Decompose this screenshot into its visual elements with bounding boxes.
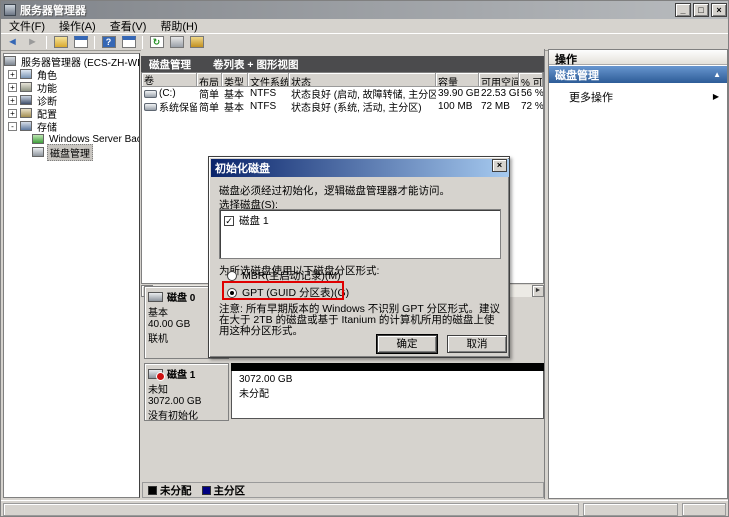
column-header[interactable]: 容量 — [436, 73, 479, 87]
status-bar — [1, 500, 728, 517]
restore-button[interactable]: □ — [693, 3, 709, 17]
dialog-intro-text: 磁盘必须经过初始化，逻辑磁盘管理器才能访问。 — [219, 183, 450, 198]
disk-listbox[interactable]: ✓ 磁盘 1 — [219, 209, 501, 259]
gpt-highlight-box — [222, 281, 344, 300]
table-row[interactable]: 系统保留 简单 基本 NTFS 状态良好 (系统, 活动, 主分区) 100 M… — [142, 100, 543, 113]
window-title: 服务器管理器 — [20, 2, 86, 18]
folder-icon[interactable] — [52, 35, 69, 50]
storage-icon — [20, 121, 32, 131]
tree-item-configuration[interactable]: + 配置 — [4, 107, 139, 119]
console-tree: 服务器管理器 (ECS-ZH-WIN8) + 角色 + 功能 + 诊断 + 配置… — [3, 53, 140, 498]
help-icon[interactable]: ? — [100, 35, 117, 50]
tree-item-diagnostics[interactable]: + 诊断 — [4, 94, 139, 106]
tree-item-storage[interactable]: - 存储 — [4, 120, 139, 132]
primary-partition-swatch — [202, 486, 211, 495]
back-icon[interactable]: ◄ — [4, 35, 21, 50]
expand-icon[interactable]: + — [8, 70, 17, 79]
app-icon — [4, 4, 16, 16]
toolbar-separator — [46, 36, 47, 49]
tree-item-disk-management[interactable]: 磁盘管理 — [4, 146, 139, 158]
ok-button[interactable]: 确定 — [377, 335, 437, 353]
partition-legend: 未分配 主分区 — [142, 482, 544, 498]
column-header[interactable]: 类型 — [222, 73, 248, 87]
expand-icon[interactable]: + — [8, 109, 17, 118]
volume-table-header: 卷 布局 类型 文件系统 状态 容量 可用空间 % 可 — [142, 73, 543, 87]
initialize-disk-dialog: 初始化磁盘 × 磁盘必须经过初始化，逻辑磁盘管理器才能访问。 选择磁盘(S): … — [208, 156, 510, 358]
unallocated-swatch — [148, 486, 157, 495]
roles-icon — [20, 69, 32, 79]
menu-view[interactable]: 查看(V) — [110, 18, 147, 34]
menu-help[interactable]: 帮助(H) — [160, 18, 197, 34]
scroll-right-icon[interactable]: ► — [532, 285, 544, 297]
close-button[interactable]: × — [711, 3, 727, 17]
menu-file[interactable]: 文件(F) — [9, 18, 45, 34]
pane-header: 磁盘管理 卷列表 + 图形视图 — [141, 56, 544, 72]
collapse-icon[interactable]: - — [8, 122, 17, 131]
actions-section-disk-management[interactable]: 磁盘管理 ▲ — [549, 66, 727, 83]
dialog-note-text: 注意: 所有早期版本的 Windows 不识别 GPT 分区形式。建议在大于 2… — [219, 304, 503, 337]
checkbox-checked-icon[interactable]: ✓ — [224, 216, 234, 226]
disk1-list-item[interactable]: ✓ 磁盘 1 — [224, 213, 496, 228]
disk1-label[interactable]: 磁盘 1 未知 3072.00 GB 没有初始化 — [144, 363, 229, 421]
pane-view-label: 卷列表 + 图形视图 — [213, 57, 298, 72]
disk-warning-icon — [148, 369, 163, 379]
radio-unselected-icon[interactable] — [227, 271, 237, 281]
disk1-unallocated-region[interactable]: 3072.00 GB 未分配 — [231, 363, 544, 420]
minimize-button[interactable]: _ — [675, 3, 691, 17]
menu-bar: 文件(F) 操作(A) 查看(V) 帮助(H) — [1, 19, 728, 34]
more-actions-item[interactable]: 更多操作 ▶ — [549, 89, 727, 104]
collapse-icon[interactable]: ▲ — [713, 70, 721, 79]
column-header[interactable]: 可用空间 — [479, 73, 519, 87]
forward-icon[interactable]: ► — [24, 35, 41, 50]
toolbar-separator — [94, 36, 95, 49]
submenu-arrow-icon: ▶ — [713, 92, 719, 101]
toolbar-separator — [142, 36, 143, 49]
title-bar[interactable]: 服务器管理器 _ □ × — [1, 1, 729, 19]
configuration-icon — [20, 108, 32, 118]
status-cell — [682, 503, 726, 516]
volume-icon — [144, 103, 157, 111]
diagnostics-icon — [20, 95, 32, 105]
refresh-icon[interactable]: ↻ — [148, 35, 165, 50]
tree-item-roles[interactable]: + 角色 — [4, 68, 139, 80]
actions-title: 操作 — [549, 50, 727, 65]
column-header[interactable]: 布局 — [197, 73, 222, 87]
expand-icon[interactable]: + — [8, 83, 17, 92]
cancel-button[interactable]: 取消 — [447, 335, 507, 353]
server-manager-window: 服务器管理器 _ □ × 文件(F) 操作(A) 查看(V) 帮助(H) ◄ ►… — [0, 0, 729, 517]
actions-pane: 操作 磁盘管理 ▲ 更多操作 ▶ — [548, 49, 728, 499]
features-icon — [20, 82, 32, 92]
dialog-close-icon[interactable]: × — [492, 159, 507, 172]
dialog-title: 初始化磁盘 — [215, 160, 270, 176]
menu-action[interactable]: 操作(A) — [59, 18, 96, 34]
unallocated-color-bar — [231, 363, 544, 371]
properties-icon[interactable] — [168, 35, 185, 50]
column-header[interactable]: 卷 — [142, 73, 197, 87]
tree-item-features[interactable]: + 功能 — [4, 81, 139, 93]
column-header[interactable]: 文件系统 — [248, 73, 289, 87]
show-console-tree-icon[interactable] — [120, 35, 137, 50]
config-icon[interactable] — [188, 35, 205, 50]
pane-title: 磁盘管理 — [149, 57, 191, 72]
disk-management-icon — [32, 147, 44, 157]
column-header[interactable]: % 可 — [519, 73, 543, 87]
volume-icon — [144, 90, 157, 98]
status-cell — [583, 503, 678, 516]
dialog-title-bar[interactable]: 初始化磁盘 — [211, 159, 509, 177]
backup-icon — [32, 134, 44, 144]
server-icon — [4, 56, 16, 66]
status-cell — [3, 503, 579, 516]
column-header[interactable]: 状态 — [289, 73, 436, 87]
disk-icon — [148, 292, 163, 302]
expand-icon[interactable]: + — [8, 96, 17, 105]
console-window-icon[interactable] — [72, 35, 89, 50]
tree-root[interactable]: 服务器管理器 (ECS-ZH-WIN8) — [4, 55, 139, 67]
